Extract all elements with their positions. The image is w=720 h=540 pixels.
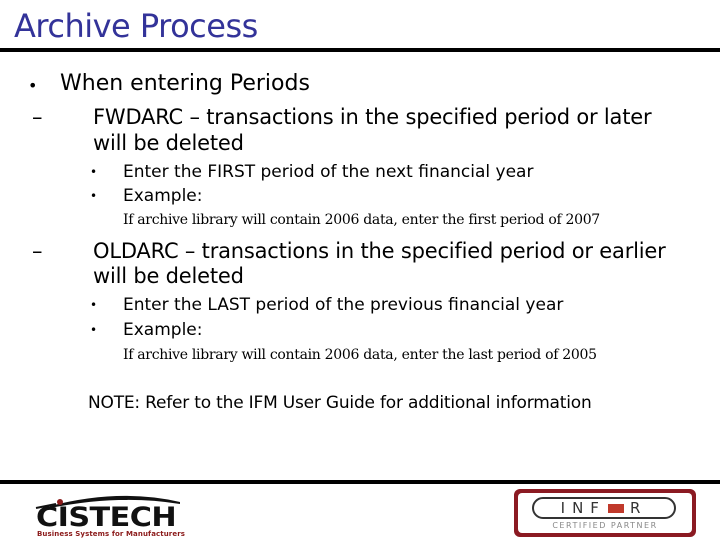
infor-letter: N: [572, 499, 591, 517]
slide-title: Archive Process: [14, 7, 258, 45]
dash-marker: –: [32, 239, 43, 263]
infor-wordmark: INF R: [532, 497, 676, 519]
fwdarc-instruction: Enter the FIRST period of the next finan…: [123, 162, 534, 182]
oldarc-instruction: Enter the LAST period of the previous fi…: [123, 295, 564, 315]
bullet-marker: •: [90, 165, 98, 179]
fwdarc-example-text: If archive library will contain 2006 dat…: [123, 212, 600, 228]
fwdarc-example-label: Example:: [123, 186, 203, 206]
footer-divider: [0, 480, 720, 484]
cistech-wordmark: CISTECH: [36, 502, 177, 533]
cistech-logo: CISTECH Business Systems for Manufacture…: [30, 490, 205, 538]
oldarc-example-label: Example:: [123, 320, 203, 340]
infor-certified-partner-logo: INF R CERTIFIED PARTNER: [514, 489, 696, 537]
fwdarc-line1: FWDARC – transactions in the specified p…: [93, 105, 652, 129]
fwdarc-line2: will be deleted: [93, 131, 244, 155]
note-text: NOTE: Refer to the IFM User Guide for ad…: [88, 393, 592, 413]
bullet-marker: •: [90, 323, 98, 337]
infor-letter: I: [560, 499, 573, 517]
oldarc-line1: OLDARC – transactions in the specified p…: [93, 239, 666, 263]
infor-subtitle: CERTIFIED PARTNER: [552, 521, 658, 530]
oldarc-example-text: If archive library will contain 2006 dat…: [123, 347, 597, 363]
infor-letter: R: [629, 499, 648, 517]
infor-letter: F: [590, 499, 606, 517]
bullet-marker: •: [28, 76, 38, 95]
bullet-when-entering-periods: When entering Periods: [60, 71, 310, 96]
oldarc-line2: will be deleted: [93, 264, 244, 288]
bullet-marker: •: [90, 298, 98, 312]
infor-o-block-icon: [607, 504, 624, 513]
dash-marker: –: [32, 105, 43, 129]
bullet-marker: •: [90, 189, 98, 203]
cistech-tagline: Business Systems for Manufacturers: [37, 530, 186, 538]
title-divider: [0, 48, 720, 52]
